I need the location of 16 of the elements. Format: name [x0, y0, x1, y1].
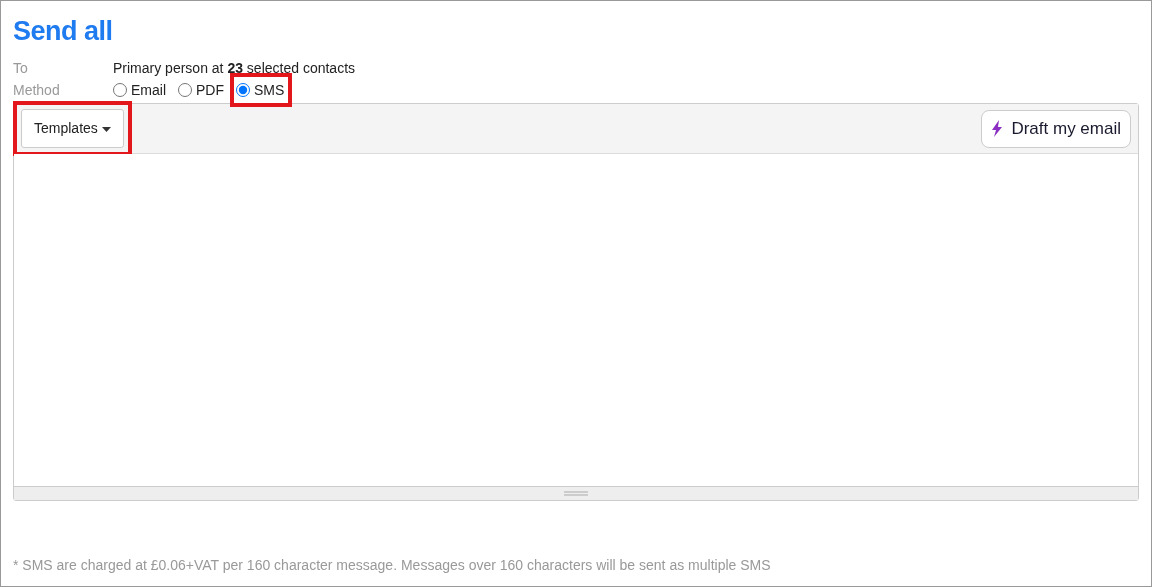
radio-label: Email — [131, 81, 166, 101]
radio-label: SMS — [254, 81, 285, 101]
resize-handle-icon[interactable] — [564, 491, 588, 497]
lightning-icon — [991, 120, 1004, 138]
field-label: Method — [13, 81, 61, 101]
radio-label: PDF — [196, 81, 224, 101]
page-title: Send all — [13, 15, 114, 48]
templates-button[interactable]: Templates — [21, 109, 124, 149]
field-label: To — [13, 59, 29, 79]
radio-button[interactable] — [236, 83, 250, 98]
radio-button[interactable] — [113, 83, 127, 98]
field-value: Primary person at 23 selected contacts — [113, 59, 355, 79]
caret-icon — [101, 127, 111, 133]
footnote: * SMS are charged at £0.06+VAT per 160 character message. Messages over 160 characters will be sent as multiple SMS — [13, 556, 772, 575]
radio-button[interactable] — [178, 83, 192, 98]
draft-button[interactable]: Draft my email — [981, 110, 1131, 148]
